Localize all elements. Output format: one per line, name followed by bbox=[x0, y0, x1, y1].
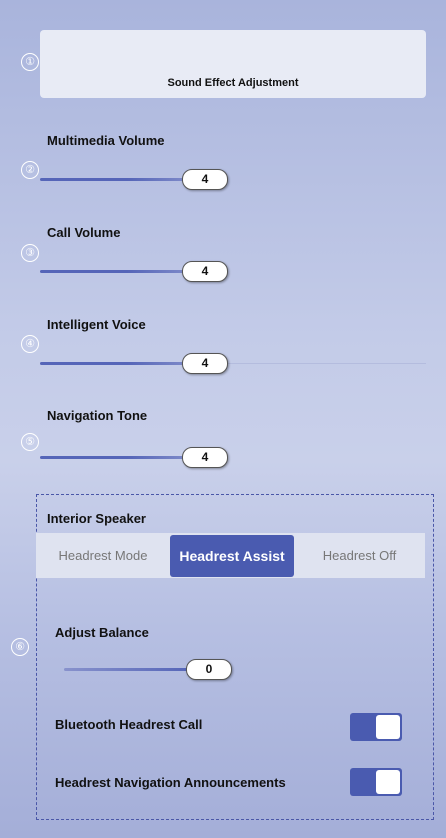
badge-5: ⑤ bbox=[21, 433, 39, 451]
balance-track[interactable] bbox=[64, 668, 190, 671]
navigation-tone-track[interactable] bbox=[40, 456, 186, 459]
segment-headrest-mode[interactable]: Headrest Mode bbox=[36, 548, 170, 563]
multimedia-volume-track[interactable] bbox=[40, 178, 186, 181]
call-volume-thumb[interactable]: 4 bbox=[182, 261, 228, 282]
multimedia-volume-thumb[interactable]: 4 bbox=[182, 169, 228, 190]
segment-headrest-assist[interactable]: Headrest Assist bbox=[170, 534, 294, 577]
header-panel: Sound Effect Adjustment bbox=[40, 30, 426, 98]
interior-speaker-title: Interior Speaker bbox=[47, 511, 146, 526]
headrest-navigation-announcements-label: Headrest Navigation Announcements bbox=[55, 775, 286, 790]
headrest-navigation-announcements-toggle[interactable] bbox=[350, 768, 402, 796]
intelligent-voice-label: Intelligent Voice bbox=[47, 317, 146, 332]
badge-3: ③ bbox=[21, 244, 39, 262]
navigation-tone-label: Navigation Tone bbox=[47, 408, 148, 423]
call-volume-label: Call Volume bbox=[47, 225, 121, 240]
badge-2: ② bbox=[21, 161, 39, 179]
segment-headrest-off[interactable]: Headrest Off bbox=[294, 548, 425, 563]
toggle-knob bbox=[376, 715, 400, 739]
badge-6: ⑥ bbox=[11, 638, 29, 656]
call-volume-track[interactable] bbox=[40, 270, 186, 273]
intelligent-voice-thumb[interactable]: 4 bbox=[182, 353, 228, 374]
badge-4: ④ bbox=[21, 335, 39, 353]
multimedia-volume-label: Multimedia Volume bbox=[47, 133, 165, 148]
bluetooth-headrest-call-toggle[interactable] bbox=[350, 713, 402, 741]
bluetooth-headrest-call-label: Bluetooth Headrest Call bbox=[55, 717, 203, 732]
balance-thumb[interactable]: 0 bbox=[186, 659, 232, 680]
intelligent-voice-track[interactable] bbox=[40, 362, 186, 365]
badge-1: ① bbox=[21, 53, 39, 71]
toggle-knob bbox=[376, 770, 400, 794]
adjust-balance-label: Adjust Balance bbox=[55, 625, 149, 640]
navigation-tone-thumb[interactable]: 4 bbox=[182, 447, 228, 468]
page-title: Sound Effect Adjustment bbox=[167, 77, 299, 89]
headrest-mode-selector: Headrest Mode Headrest Assist Headrest O… bbox=[36, 533, 425, 578]
